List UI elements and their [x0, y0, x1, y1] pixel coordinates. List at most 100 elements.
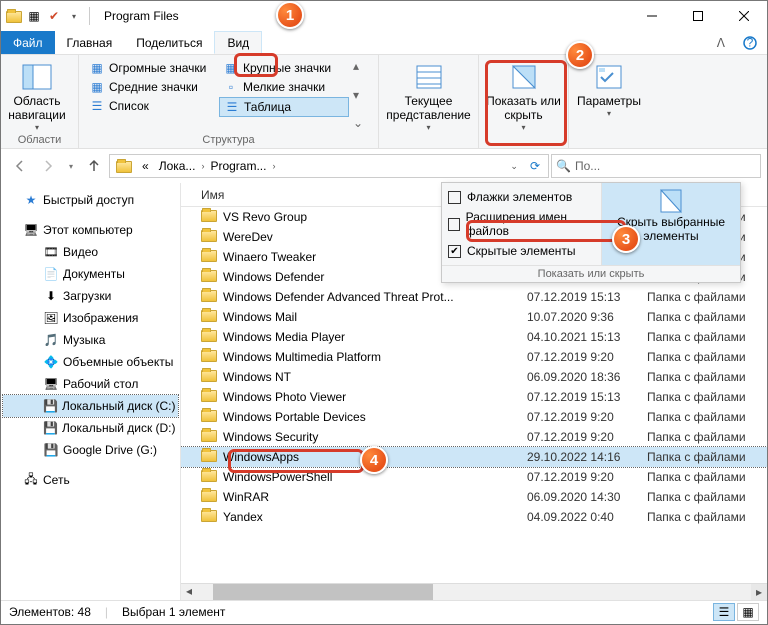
- minimize-button[interactable]: [629, 1, 675, 31]
- nav-documents[interactable]: 📄Документы: [3, 263, 178, 285]
- current-view-button[interactable]: Текущее представление ▾: [383, 57, 474, 132]
- current-view-icon: [413, 61, 445, 93]
- nav-tree[interactable]: ★Быстрый доступ 🖥Этот компьютер 🎞Видео 📄…: [1, 183, 181, 600]
- qat-checked-icon[interactable]: ✔: [45, 7, 63, 25]
- breadcrumb-seg1[interactable]: Лока...: [155, 157, 200, 175]
- layout-table[interactable]: ☰Таблица: [219, 97, 349, 117]
- table-row[interactable]: WindowsApps29.10.2022 14:16Папка с файла…: [181, 447, 767, 467]
- status-selected: Выбран 1 элемент: [122, 605, 225, 619]
- layout-huge[interactable]: ▦Огромные значки: [85, 59, 215, 77]
- scroll-left-icon[interactable]: ◂: [181, 584, 197, 600]
- nav-video[interactable]: 🎞Видео: [3, 241, 178, 263]
- table-row[interactable]: Windows Portable Devices07.12.2019 9:20П…: [181, 407, 767, 427]
- scroll-down-icon[interactable]: ▾: [353, 88, 363, 102]
- titlebar: ▦ ✔ ▾ Program Files: [1, 1, 767, 31]
- table-row[interactable]: Windows Photo Viewer07.12.2019 15:13Папк…: [181, 387, 767, 407]
- app-icon: [5, 7, 23, 25]
- table-row[interactable]: Windows Multimedia Platform07.12.2019 9:…: [181, 347, 767, 367]
- scroll-right-icon[interactable]: ▸: [751, 584, 767, 600]
- nav-pane-button[interactable]: Область навигации ▾: [5, 57, 69, 132]
- file-type: Папка с файлами: [647, 510, 767, 524]
- breadcrumb-seg2[interactable]: Program...: [206, 157, 270, 175]
- cube-icon: 💠: [43, 354, 59, 370]
- ribbon: Область навигации ▾ Области ▦Огромные зн…: [1, 55, 767, 149]
- nav-network[interactable]: 🖧Сеть: [3, 469, 178, 491]
- nav-music[interactable]: 🎵Музыка: [3, 329, 178, 351]
- view-large-button[interactable]: ▦: [737, 603, 759, 621]
- menu-file[interactable]: Файл: [1, 31, 55, 54]
- layout-small[interactable]: ▫Мелкие значки: [219, 78, 349, 96]
- chevron-down-icon: ▾: [607, 109, 611, 118]
- folder-icon: [201, 449, 217, 465]
- table-row[interactable]: Windows NT06.09.2020 18:36Папка с файлам…: [181, 367, 767, 387]
- table-row[interactable]: Yandex04.09.2022 0:40Папка с файлами: [181, 507, 767, 527]
- h-scrollbar[interactable]: ◂ ▸: [181, 583, 767, 600]
- drive-icon: 💾: [43, 398, 58, 414]
- table-row[interactable]: Windows Security07.12.2019 9:20Папка с ф…: [181, 427, 767, 447]
- table-row[interactable]: WinRAR06.09.2020 14:30Папка с файлами: [181, 487, 767, 507]
- table-row[interactable]: Windows Media Player04.10.2021 15:13Папк…: [181, 327, 767, 347]
- drive-icon: 💾: [43, 420, 58, 436]
- nav-this-pc[interactable]: 🖥Этот компьютер: [3, 219, 178, 241]
- history-dropdown[interactable]: ▾: [63, 153, 79, 179]
- close-button[interactable]: [721, 1, 767, 31]
- file-type: Папка с файлами: [647, 310, 767, 324]
- opt-item-checkboxes[interactable]: Флажки элементов: [442, 187, 601, 207]
- nav-pictures[interactable]: 🖼Изображения: [3, 307, 178, 329]
- up-button[interactable]: [81, 153, 107, 179]
- qat-dropdown-icon[interactable]: ▾: [65, 7, 83, 25]
- forward-button[interactable]: [35, 153, 61, 179]
- nav-quick-access[interactable]: ★Быстрый доступ: [3, 189, 178, 211]
- svg-text:?: ?: [747, 36, 754, 50]
- file-name: Windows Portable Devices: [223, 410, 527, 424]
- file-date: 04.10.2021 15:13: [527, 330, 647, 344]
- scroll-up-icon[interactable]: ▴: [353, 59, 363, 73]
- table-row[interactable]: WindowsPowerShell07.12.2019 9:20Папка с …: [181, 467, 767, 487]
- layout-icon: ☰: [89, 98, 105, 114]
- file-type: Папка с файлами: [647, 390, 767, 404]
- file-name: Windows Media Player: [223, 330, 527, 344]
- address-dropdown-icon[interactable]: ⌄: [506, 161, 522, 172]
- nav-d-drive[interactable]: 💾Локальный диск (D:): [3, 417, 178, 439]
- doc-icon: 📄: [43, 266, 59, 282]
- layout-large[interactable]: ▦Крупные значки: [219, 59, 349, 77]
- expand-icon[interactable]: ⌄: [353, 116, 363, 130]
- folder-icon: [201, 469, 217, 485]
- back-button[interactable]: [7, 153, 33, 179]
- nav-desktop[interactable]: 🖥Рабочий стол: [3, 373, 178, 395]
- network-icon: 🖧: [23, 472, 39, 488]
- maximize-button[interactable]: [675, 1, 721, 31]
- address-row: ▾ « Лока... › Program... › ⌄ ⟳ 🔍 По...: [1, 149, 767, 183]
- search-box[interactable]: 🔍 По...: [551, 154, 761, 178]
- breadcrumb-prefix[interactable]: «: [138, 157, 153, 175]
- table-row[interactable]: Windows Defender Advanced Threat Prot...…: [181, 287, 767, 307]
- marker-1: 1: [276, 1, 304, 29]
- table-row[interactable]: Windows Mail10.07.2020 9:36Папка с файла…: [181, 307, 767, 327]
- layout-list[interactable]: ☰Список: [85, 97, 215, 115]
- help-icon[interactable]: ?: [733, 31, 767, 54]
- layout-medium[interactable]: ▦Средние значки: [85, 78, 215, 96]
- address-bar[interactable]: « Лока... › Program... › ⌄ ⟳: [109, 154, 549, 178]
- qat-properties-icon[interactable]: ▦: [25, 7, 43, 25]
- ribbon-collapse-icon[interactable]: ᐱ: [709, 31, 733, 54]
- nav-3d-objects[interactable]: 💠Объемные объекты: [3, 351, 178, 373]
- marker-2: 2: [566, 41, 594, 69]
- chevron-right-icon[interactable]: ›: [201, 161, 204, 171]
- scroll-thumb[interactable]: [213, 584, 433, 600]
- nav-c-drive[interactable]: 💾Локальный диск (C:): [3, 395, 178, 417]
- chevron-right-icon[interactable]: ›: [272, 161, 275, 171]
- separator: [89, 7, 90, 25]
- nav-g-drive[interactable]: 💾Google Drive (G:): [3, 439, 178, 461]
- nav-downloads[interactable]: ⬇Загрузки: [3, 285, 178, 307]
- opt-file-extensions[interactable]: Расширения имен файлов: [442, 207, 601, 241]
- opt-hidden-items[interactable]: ✔Скрытые элементы: [442, 241, 601, 261]
- file-name: Windows Multimedia Platform: [223, 350, 527, 364]
- menu-view[interactable]: Вид: [214, 31, 262, 54]
- file-type: Папка с файлами: [647, 370, 767, 384]
- menu-home[interactable]: Главная: [55, 31, 125, 54]
- refresh-icon[interactable]: ⟳: [524, 159, 546, 173]
- show-hide-button[interactable]: Показать или скрыть ▾: [483, 57, 564, 132]
- view-details-button[interactable]: ☰: [713, 603, 735, 621]
- menu-share[interactable]: Поделиться: [124, 31, 214, 54]
- chevron-down-icon: ▾: [521, 123, 525, 132]
